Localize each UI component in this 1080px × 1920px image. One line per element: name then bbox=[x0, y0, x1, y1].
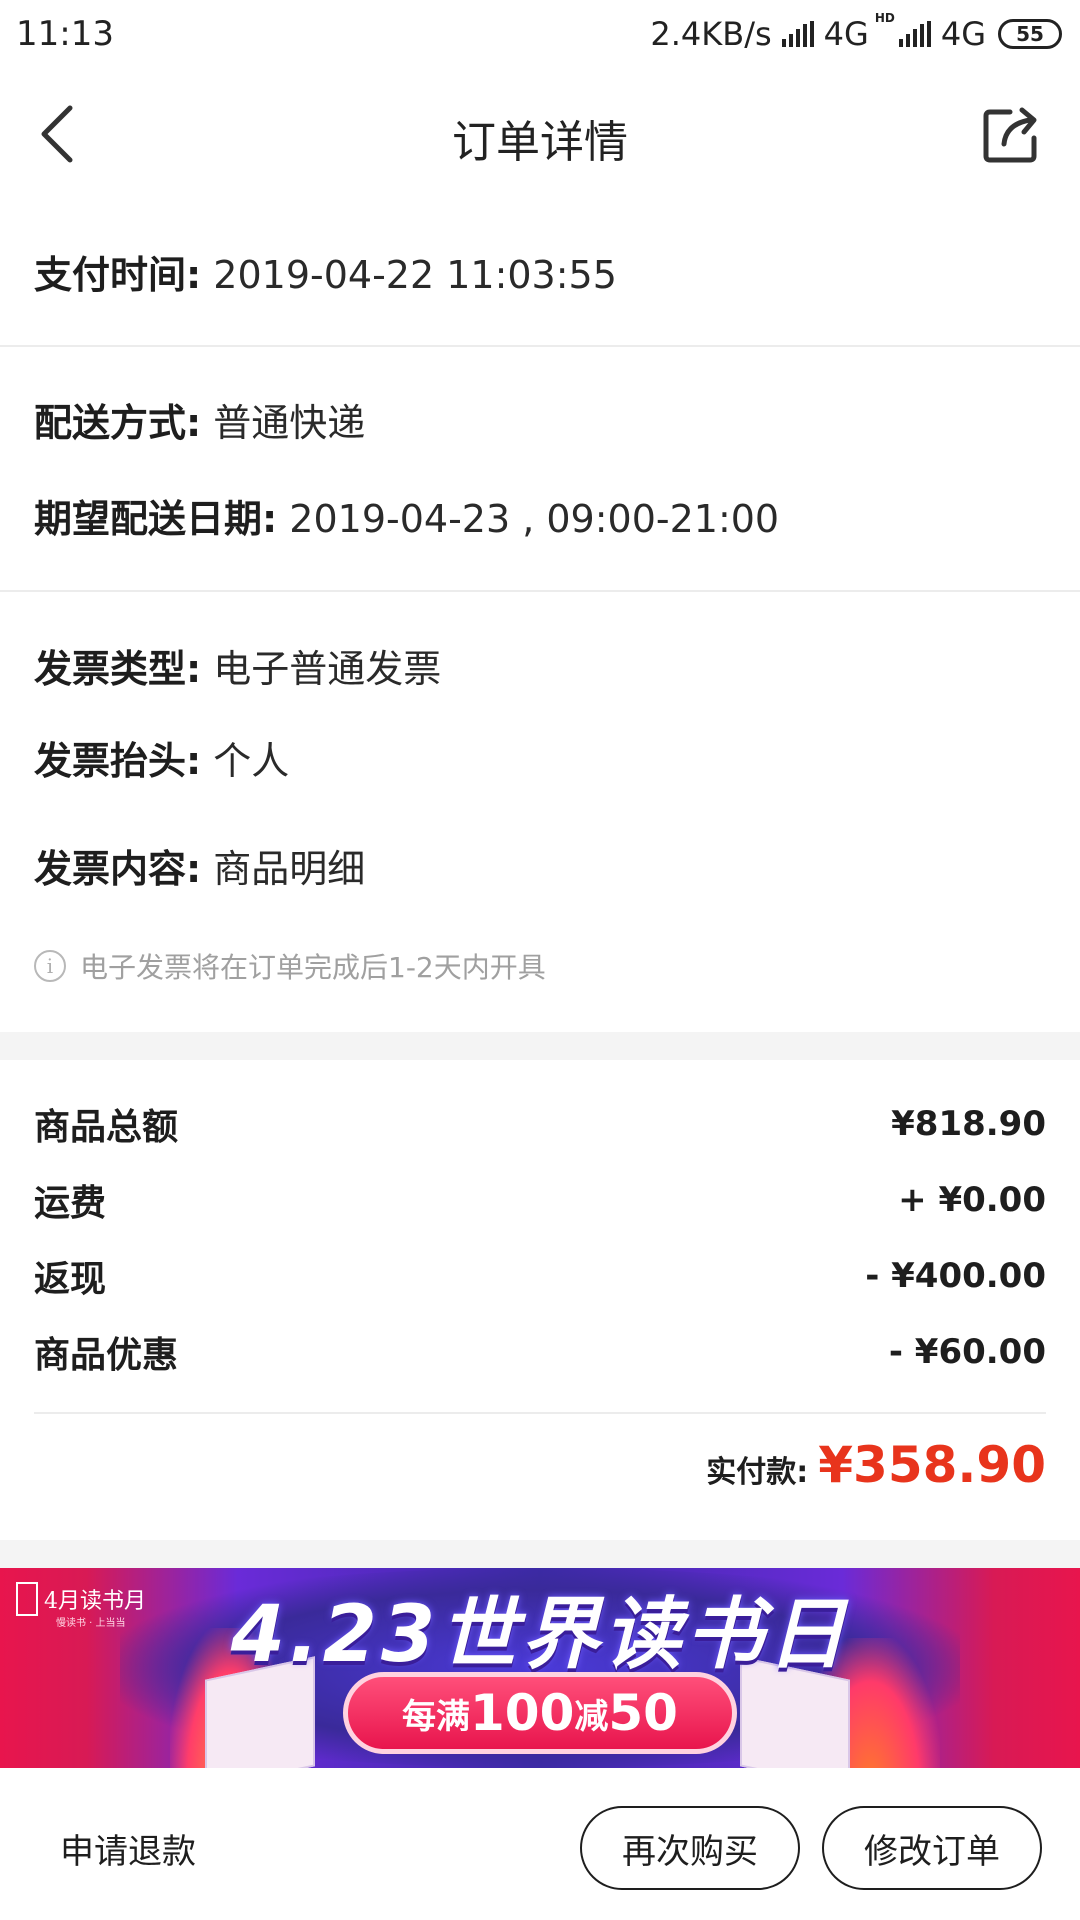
total-paid-label: 实付款: bbox=[706, 1455, 809, 1490]
fee-row-subtotal: 商品总额 ¥818.90 bbox=[34, 1098, 1046, 1150]
fee-amount: ¥818.90 bbox=[891, 1104, 1046, 1144]
page-title: 订单详情 bbox=[452, 117, 628, 168]
invoice-content-label: 发票内容: bbox=[34, 847, 202, 891]
fee-row-discount: 商品优惠 - ¥60.00 bbox=[34, 1326, 1046, 1378]
invoice-type-label: 发票类型: bbox=[34, 647, 202, 691]
delivery-method-row: 配送方式: 普通快递 bbox=[34, 392, 365, 447]
banner-promo-pill: 每满 100 减 50 bbox=[343, 1672, 737, 1754]
fee-label: 商品优惠 bbox=[34, 1335, 179, 1376]
share-icon[interactable] bbox=[980, 102, 1044, 166]
delivery-method-value: 普通快递 bbox=[213, 401, 366, 445]
invoice-title-value: 个人 bbox=[213, 739, 290, 783]
section-gap bbox=[0, 1540, 1080, 1568]
total-paid: 实付款: ¥358.90 bbox=[706, 1436, 1046, 1494]
fee-label: 商品总额 bbox=[34, 1107, 179, 1148]
network-type-1: 4G bbox=[823, 15, 869, 53]
battery-icon: 55 bbox=[998, 19, 1062, 49]
status-indicators: 2.4KB/s 4G HD 4G 55 bbox=[650, 11, 1062, 54]
status-time: 11:13 bbox=[16, 14, 114, 54]
payment-time-label: 支付时间: bbox=[34, 253, 202, 297]
delivery-method-label: 配送方式: bbox=[34, 401, 202, 445]
section-gap bbox=[0, 1032, 1080, 1060]
divider bbox=[0, 590, 1080, 592]
banner-headline: 4.23世界读书日 bbox=[230, 1590, 850, 1680]
refund-link[interactable]: 申请退款 bbox=[60, 1824, 196, 1873]
promo-discount: 50 bbox=[608, 1684, 678, 1742]
network-speed: 2.4KB/s bbox=[650, 15, 772, 53]
invoice-title-row: 发票抬头: 个人 bbox=[34, 730, 289, 785]
invoice-content-row: 发票内容: 商品明细 bbox=[34, 838, 365, 893]
invoice-notice-text: 电子发票将在订单完成后1-2天内开具 bbox=[80, 951, 546, 984]
payment-time-value: 2019-04-22 11:03:55 bbox=[213, 253, 617, 297]
fee-label: 返现 bbox=[34, 1259, 107, 1300]
invoice-type-row: 发票类型: 电子普通发票 bbox=[34, 638, 441, 693]
fee-label: 运费 bbox=[34, 1183, 107, 1224]
hd-badge: HD bbox=[874, 11, 895, 25]
rebuy-button[interactable]: 再次购买 bbox=[580, 1806, 800, 1890]
info-icon: i bbox=[34, 950, 66, 982]
navigation-bar: 订单详情 bbox=[0, 68, 1080, 200]
total-paid-amount: ¥358.90 bbox=[818, 1436, 1046, 1494]
delivery-date-value: 2019-04-23 , 09:00-21:00 bbox=[289, 497, 780, 541]
invoice-notice: i 电子发票将在订单完成后1-2天内开具 bbox=[34, 946, 546, 986]
promo-threshold: 100 bbox=[470, 1684, 575, 1742]
status-bar: 11:13 2.4KB/s 4G HD 4G 55 bbox=[0, 0, 1080, 68]
modify-order-button[interactable]: 修改订单 bbox=[822, 1806, 1042, 1890]
fee-amount: - ¥400.00 bbox=[865, 1256, 1046, 1296]
fee-amount: + ¥0.00 bbox=[898, 1180, 1046, 1220]
signal-icon bbox=[781, 21, 814, 47]
network-type-2: 4G bbox=[940, 15, 986, 53]
delivery-date-row: 期望配送日期: 2019-04-23 , 09:00-21:00 bbox=[34, 488, 779, 543]
fee-row-cashback: 返现 - ¥400.00 bbox=[34, 1250, 1046, 1302]
invoice-title-label: 发票抬头: bbox=[34, 739, 202, 783]
invoice-type-value: 电子普通发票 bbox=[213, 647, 442, 691]
divider bbox=[0, 345, 1080, 347]
signal-icon-2 bbox=[898, 21, 931, 47]
promo-mid: 减 bbox=[574, 1696, 609, 1737]
fee-amount: - ¥60.00 bbox=[888, 1332, 1046, 1372]
divider bbox=[34, 1412, 1046, 1414]
invoice-content-value: 商品明细 bbox=[213, 847, 366, 891]
payment-time-row: 支付时间: 2019-04-22 11:03:55 bbox=[34, 244, 617, 299]
footer-actions: 申请退款 再次购买 修改订单 bbox=[0, 1768, 1080, 1920]
delivery-date-label: 期望配送日期: bbox=[34, 497, 278, 541]
promo-banner[interactable]: 4月读书月 慢读书 · 上当当 4.23世界读书日 每满 100 减 50 bbox=[0, 1568, 1080, 1768]
promo-prefix: 每满 bbox=[402, 1696, 471, 1737]
fee-row-shipping: 运费 + ¥0.00 bbox=[34, 1174, 1046, 1226]
